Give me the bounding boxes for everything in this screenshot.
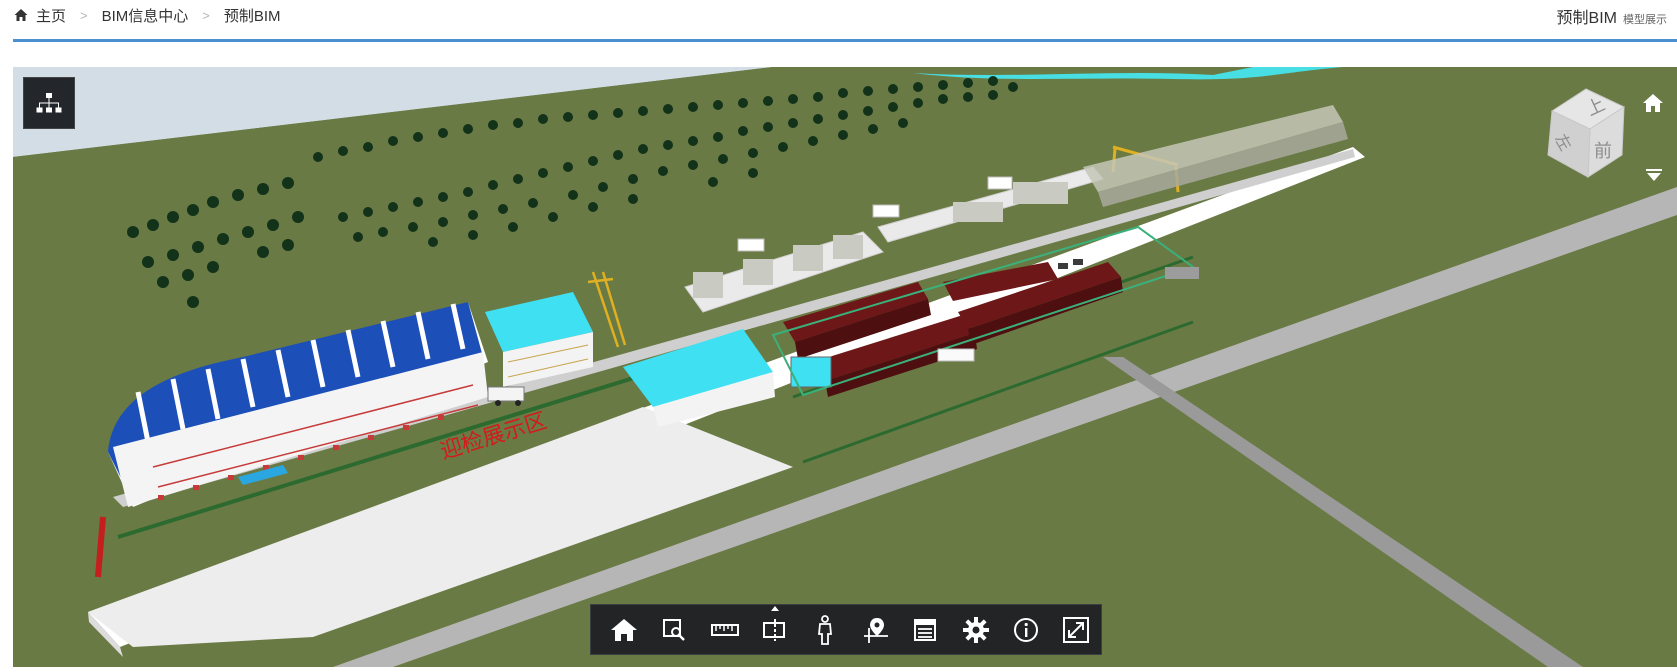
pavilion [937,348,975,362]
page-title-sub: 模型展示 [1623,14,1667,26]
tool-section[interactable] [750,605,800,654]
properties-list-icon [914,618,937,641]
home-icon [611,618,638,641]
info-icon [1013,617,1038,642]
ruler-icon [710,623,739,636]
chevron-down-icon [1646,169,1662,181]
page-title: 预制BIM 模型展示 [1556,4,1667,27]
breadcrumb-separator: > [202,7,210,23]
home-icon [14,8,28,22]
tool-info[interactable] [1001,605,1051,654]
grey-shed [1165,267,1199,279]
fullscreen-icon [1062,616,1089,643]
view-cube[interactable]: 上 前 左 [1538,87,1630,183]
breadcrumb-current: 预制BIM [223,7,281,25]
tool-location[interactable] [850,605,900,654]
zoom-window-icon [663,618,686,641]
tool-fullscreen[interactable] [1051,605,1101,654]
breadcrumb-bim-center-link[interactable]: BIM信息中心 [102,5,189,26]
header: 主页 > BIM信息中心 > 预制BIM 预制BIM 模型展示 [0,0,1677,42]
tool-home[interactable] [599,605,649,654]
tool-zoom-window[interactable] [649,605,699,654]
home-view-button[interactable] [1640,91,1666,115]
header-divider [13,39,1677,42]
section-box-icon [762,618,785,641]
person-icon [817,614,832,645]
bim-scene[interactable]: 迎检展示区 [13,67,1677,667]
breadcrumb-home-link[interactable]: 主页 [36,5,66,26]
tool-measure[interactable] [699,605,749,654]
tool-walk[interactable] [800,605,850,654]
home-icon [1643,94,1663,112]
gear-icon [962,616,989,643]
view-cube-front[interactable]: 前 [1594,141,1612,162]
submenu-caret-icon [770,606,779,611]
breadcrumb-separator: > [80,7,88,23]
view-cube-menu-button[interactable] [1643,165,1665,185]
page-title-main: 预制BIM [1556,10,1617,27]
viewer-toolbar [590,604,1102,655]
tool-properties[interactable] [900,605,950,654]
breadcrumb: 主页 > BIM信息中心 > 预制BIM [14,4,281,26]
model-tree-icon [36,93,62,113]
tool-settings[interactable] [950,605,1000,654]
map-pin-icon [864,617,889,643]
bim-3d-viewer[interactable]: 迎检展示区 上 前 左 [13,67,1677,667]
model-tree-button[interactable] [23,77,75,129]
